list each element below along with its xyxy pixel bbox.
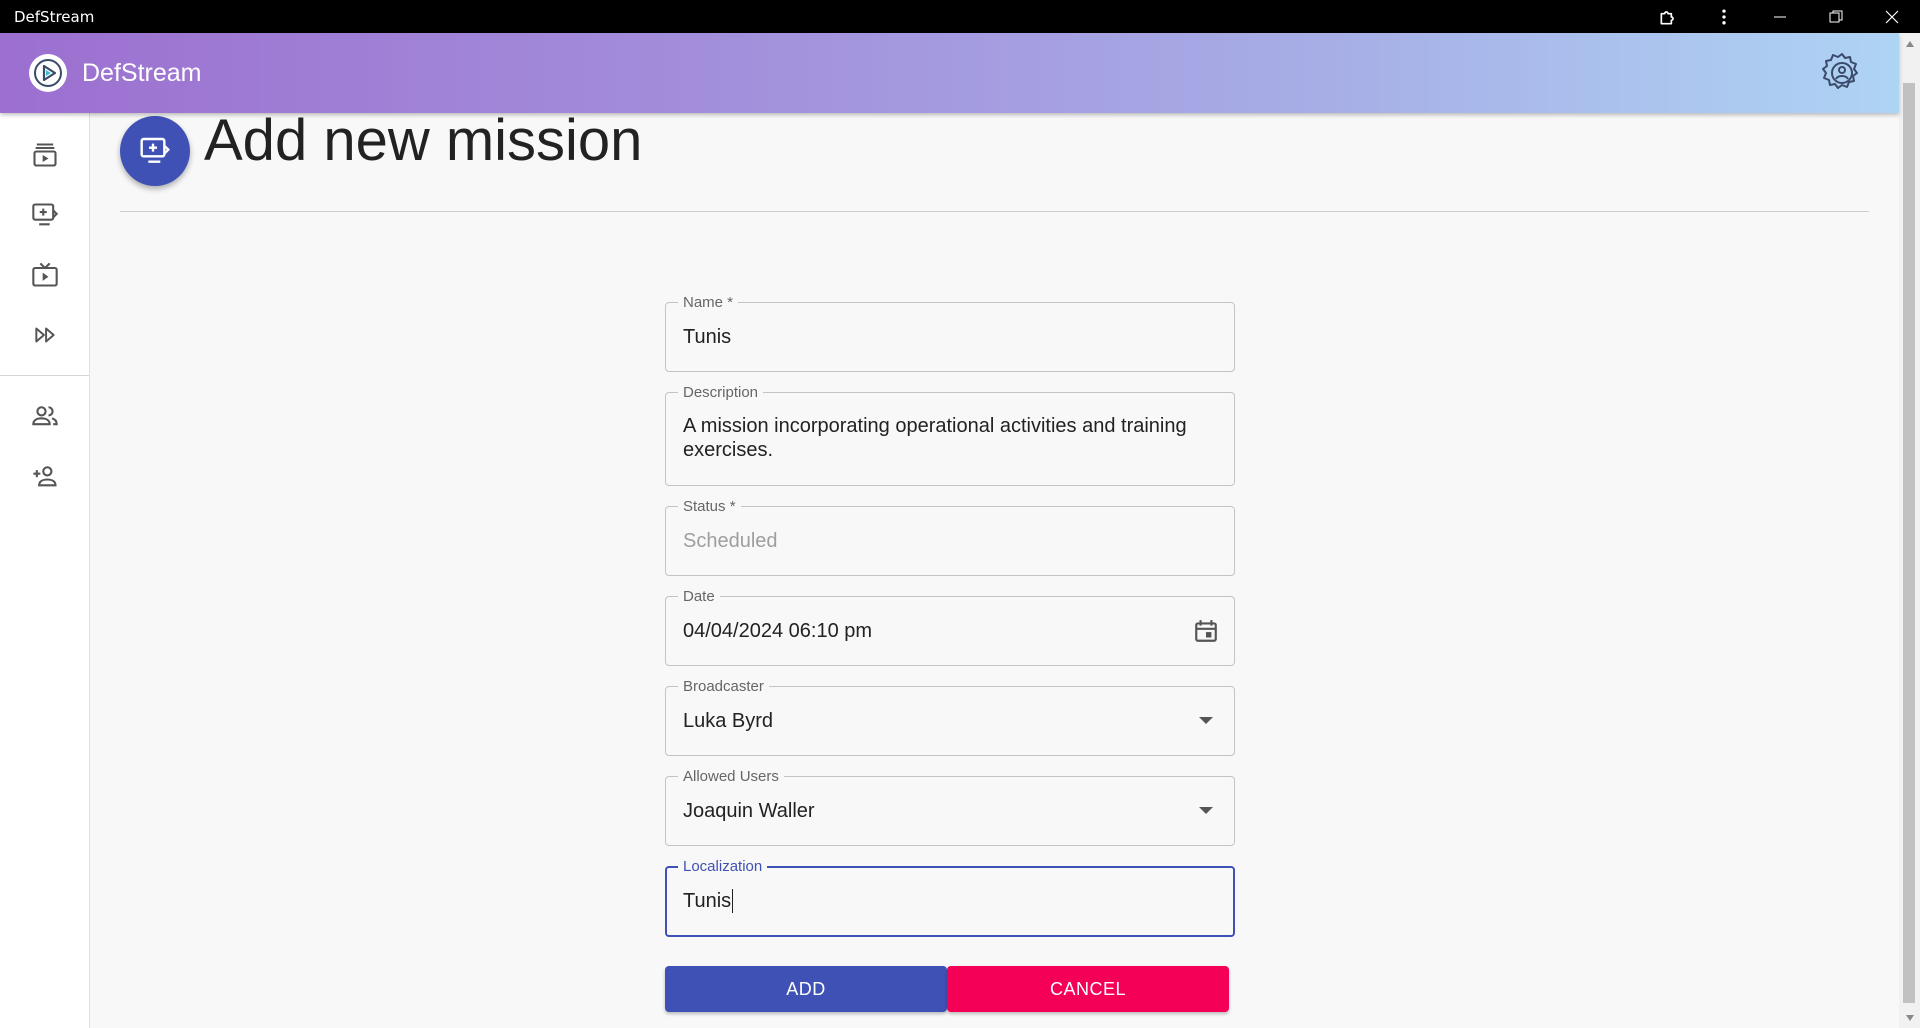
sidebar — [0, 113, 90, 1028]
arrow-drop-down-icon[interactable] — [1192, 797, 1220, 825]
live-tv-icon — [32, 262, 58, 287]
date-field[interactable]: Date 04/04/2024 06:10 pm — [665, 588, 1235, 666]
name-label: Name * — [678, 294, 739, 311]
scroll-up-icon[interactable] — [1899, 35, 1920, 52]
name-input[interactable]: Tunis — [683, 325, 731, 349]
broadcaster-select[interactable]: Broadcaster Luka Byrd — [665, 678, 1235, 756]
allowed-users-label: Allowed Users — [678, 768, 784, 785]
localization-input[interactable]: Tunis — [683, 889, 734, 913]
name-field[interactable]: Name * Tunis — [665, 294, 1235, 372]
playlist-play-icon — [33, 143, 57, 167]
extensions-icon[interactable] — [1640, 0, 1696, 33]
allowed-users-select[interactable]: Allowed Users Joaquin Waller — [665, 768, 1235, 846]
date-input[interactable]: 04/04/2024 06:10 pm — [683, 619, 872, 643]
broadcaster-value: Luka Byrd — [683, 710, 774, 732]
fast-forward-icon — [35, 327, 55, 343]
status-label: Status * — [678, 498, 741, 515]
people-icon — [32, 406, 58, 426]
close-icon[interactable] — [1864, 0, 1920, 33]
calendar-icon[interactable] — [1192, 617, 1220, 645]
title-divider — [120, 211, 1869, 212]
person-add-icon — [33, 466, 57, 487]
window-titlebar: DefStream — [0, 0, 1920, 33]
status-input: Scheduled — [683, 530, 778, 552]
sidebar-item-forward[interactable] — [0, 309, 90, 361]
page-icon-badge — [120, 116, 190, 186]
broadcaster-label: Broadcaster — [678, 678, 769, 695]
add-button[interactable]: ADD — [665, 966, 947, 1012]
sidebar-item-live[interactable] — [0, 249, 90, 301]
more-vert-icon[interactable] — [1696, 0, 1752, 33]
restore-icon[interactable] — [1808, 0, 1864, 33]
date-label: Date — [678, 588, 720, 605]
arrow-drop-down-icon[interactable] — [1192, 707, 1220, 735]
settings-user-icon[interactable] — [1818, 49, 1866, 97]
allowed-users-value: Joaquin Waller — [683, 800, 815, 822]
status-field: Status * Scheduled — [665, 498, 1235, 576]
minimize-icon[interactable] — [1752, 0, 1808, 33]
description-label: Description — [678, 384, 764, 401]
add-to-queue-icon — [32, 203, 59, 226]
scrollbar-thumb[interactable] — [1903, 83, 1915, 1003]
description-input[interactable]: A mission incorporating operational acti… — [683, 414, 1217, 462]
add-to-queue-icon — [140, 137, 171, 163]
app-bar: DefStream — [0, 33, 1899, 113]
main-content: Add new mission Name * Tunis Description… — [90, 108, 1899, 1028]
app-logo-icon[interactable] — [29, 54, 67, 92]
page-title: Add new mission — [204, 108, 643, 173]
window-controls — [1640, 0, 1920, 33]
scroll-down-icon[interactable] — [1899, 1009, 1920, 1026]
localization-label: Localization — [678, 858, 768, 875]
sidebar-item-add-user[interactable] — [0, 450, 90, 502]
sidebar-divider — [0, 375, 89, 376]
sidebar-item-missions[interactable] — [0, 129, 90, 181]
sidebar-item-add-mission[interactable] — [0, 189, 90, 241]
window-title: DefStream — [14, 7, 95, 26]
app-title: DefStream — [82, 59, 202, 87]
localization-field[interactable]: Localization Tunis — [665, 858, 1235, 937]
sidebar-item-users[interactable] — [0, 390, 90, 442]
vertical-scrollbar[interactable] — [1899, 33, 1920, 1028]
description-field[interactable]: Description A mission incorporating oper… — [665, 384, 1235, 486]
cancel-button[interactable]: CANCEL — [947, 966, 1229, 1012]
